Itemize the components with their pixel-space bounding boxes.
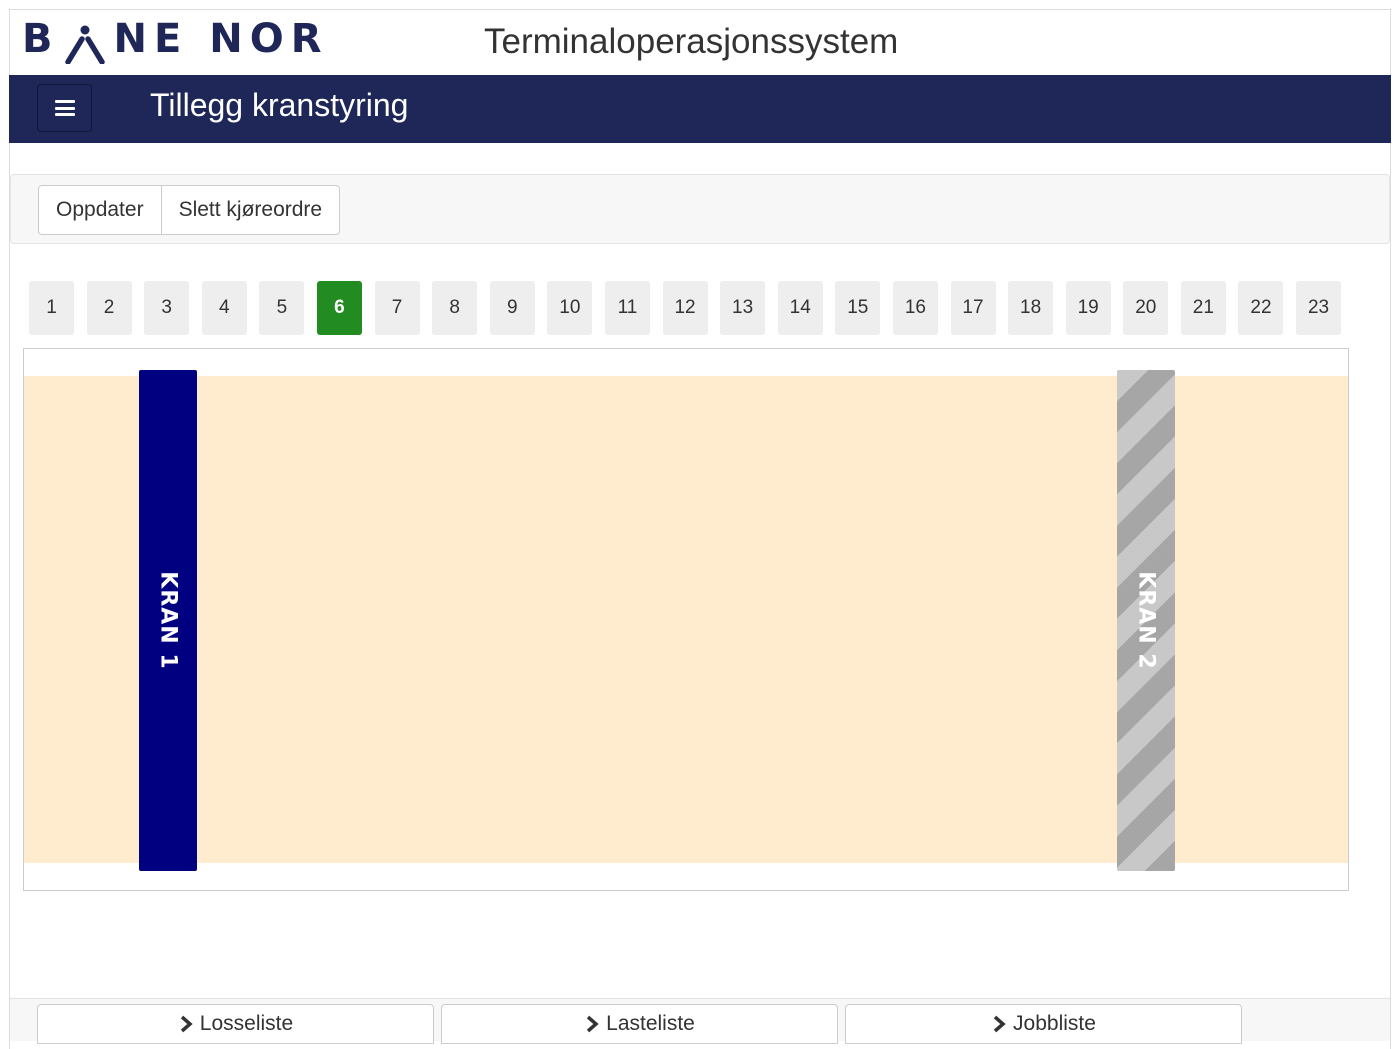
hamburger-icon [54,100,75,116]
track-tab-1[interactable]: 1 [29,281,74,335]
tab-jobs-label: Jobbliste [1013,1012,1096,1035]
tab-job-list[interactable]: Jobbliste [845,1004,1242,1044]
track-tab-11[interactable]: 11 [604,281,650,335]
menu-button[interactable] [37,84,92,132]
track-tab-20[interactable]: 20 [1123,281,1169,335]
track-tab-10[interactable]: 10 [547,281,593,335]
tab-load-label: Lasteliste [606,1012,695,1035]
track-tab-16[interactable]: 16 [892,281,938,335]
track-tab-22[interactable]: 22 [1238,281,1284,335]
track-tab-5[interactable]: 5 [259,281,305,335]
delete-drive-order-button[interactable]: Slett kjøreordre [161,185,341,235]
track-tab-7[interactable]: 7 [374,281,420,335]
logo-text-right: NE NOR [113,16,329,62]
crane-1[interactable]: KRAN 1 [139,370,197,871]
track-tab-14[interactable]: 14 [777,281,823,335]
navbar: Tillegg kranstyring [9,75,1391,143]
track-tab-19[interactable]: 19 [1065,281,1111,335]
crane-2-label: KRAN 2 [1133,571,1159,670]
track-tab-8[interactable]: 8 [432,281,478,335]
track-tab-13[interactable]: 13 [720,281,766,335]
crane-1-label: KRAN 1 [155,571,181,670]
chevron-right-icon [991,1015,1007,1033]
track-tab-12[interactable]: 12 [662,281,708,335]
crane-2[interactable]: KRAN 2 [1117,370,1175,871]
bane-nor-logo: B NE NOR [22,14,329,65]
track-tab-4[interactable]: 4 [201,281,247,335]
logo-a-mark-icon [62,14,108,65]
logo-text-left: B [22,16,60,62]
tab-unload-list[interactable]: Losseliste [37,1004,434,1044]
tab-load-list[interactable]: Lasteliste [441,1004,838,1044]
toolbar-button-group: Oppdater Slett kjøreordre [38,185,341,235]
chevron-right-icon [178,1015,194,1033]
track-tab-2[interactable]: 2 [86,281,132,335]
track-tab-9[interactable]: 9 [489,281,535,335]
track-tabs: 1 2 3 4 5 6 7 8 9 10 11 12 13 14 15 16 17 18 19 20 21 22 23 [29,281,1354,335]
track-tab-17[interactable]: 17 [950,281,996,335]
crane-panel: KRAN 1 KRAN 2 [23,348,1349,891]
track-tab-23[interactable]: 23 [1296,281,1342,335]
refresh-button[interactable]: Oppdater [38,185,162,235]
track-tab-15[interactable]: 15 [835,281,881,335]
bottom-tab-bar: Losseliste Lasteliste Jobbliste [10,998,1390,1044]
track-tab-6[interactable]: 6 [316,281,362,335]
chevron-right-icon [584,1015,600,1033]
track-tab-18[interactable]: 18 [1008,281,1054,335]
app-title: Terminaloperasjonssystem [484,22,899,61]
tab-unload-label: Losseliste [199,1012,294,1035]
page-title: Tillegg kranstyring [150,87,409,123]
track-tab-21[interactable]: 21 [1180,281,1226,335]
toolbar: Oppdater Slett kjøreordre [10,174,1390,244]
track-tab-3[interactable]: 3 [144,281,190,335]
